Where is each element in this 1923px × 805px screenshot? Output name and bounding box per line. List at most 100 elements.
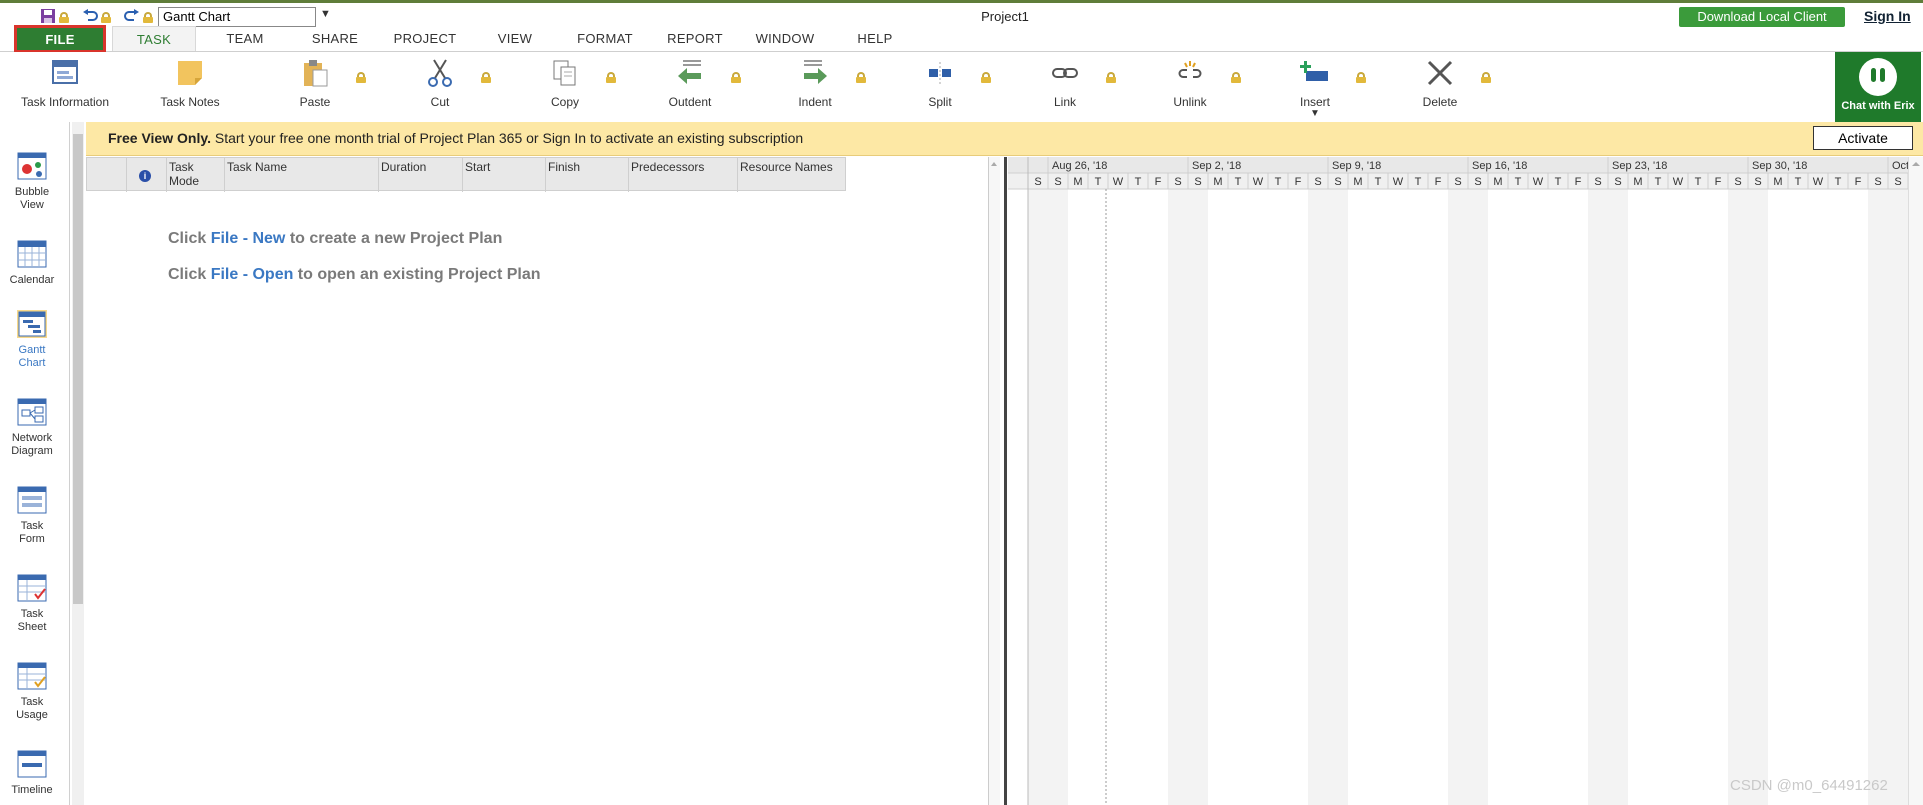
day-label: M: [1493, 176, 1502, 188]
document-title: Project1: [981, 9, 1029, 24]
day-label: F: [1715, 176, 1722, 188]
week-label: Sep 16, '18: [1472, 160, 1527, 172]
day-label: T: [1695, 176, 1702, 188]
tab-format[interactable]: FORMAT: [563, 26, 647, 51]
gantt-scrollbar[interactable]: [1908, 157, 1923, 805]
day-label: S: [1034, 176, 1041, 188]
indicators-header[interactable]: i: [127, 158, 167, 192]
tab-project[interactable]: PROJECT: [383, 26, 467, 51]
week-label: Sep 2, '18: [1192, 160, 1241, 172]
tab-task[interactable]: TASK: [112, 26, 196, 51]
tab-window[interactable]: WINDOW: [743, 26, 827, 51]
weekend-shade: [1748, 189, 1768, 805]
download-local-client-button[interactable]: Download Local Client: [1679, 7, 1845, 27]
link-icon: [1052, 68, 1078, 78]
chat-with-erix-button[interactable]: Chat with Erix: [1835, 52, 1921, 122]
indent-icon: [804, 60, 827, 84]
column-header-start[interactable]: Start: [463, 158, 546, 192]
sidebar-item-task-form[interactable]: Task Form: [0, 486, 64, 546]
grid-scrollbar[interactable]: [988, 157, 1000, 805]
task-information-button[interactable]: Task Information: [10, 58, 120, 114]
save-icon[interactable]: [40, 9, 56, 25]
view-select[interactable]: Gantt Chart: [158, 7, 316, 27]
indent-button[interactable]: Indent: [760, 58, 870, 114]
sidebar-label: Bubble: [14, 186, 50, 198]
lock-icon: [731, 72, 741, 83]
lock-icon: [481, 72, 491, 83]
weekend-shade: [1048, 189, 1068, 805]
scrollbar-thumb[interactable]: [73, 134, 83, 604]
sign-in-link[interactable]: Sign In: [1864, 8, 1911, 24]
sidebar-item-task-usage[interactable]: Task Usage: [0, 662, 64, 722]
sidebar-item-bubble-view[interactable]: Bubble View: [0, 152, 64, 212]
day-label: W: [1113, 176, 1124, 188]
split-button[interactable]: Split: [885, 58, 995, 114]
cut-icon: [428, 59, 452, 87]
file-new-link[interactable]: File - New: [211, 230, 286, 247]
sidebar-item-network-diagram[interactable]: Network Diagram: [0, 398, 64, 458]
chat-label: Chat with Erix: [1841, 100, 1915, 112]
pane-splitter[interactable]: [1004, 157, 1007, 805]
scroll-up-icon[interactable]: [989, 159, 999, 169]
new-plan-hint: Click File - New to create a new Project…: [168, 230, 502, 248]
tab-team[interactable]: TEAM: [205, 26, 285, 51]
column-header-resource-names[interactable]: Resource Names: [738, 158, 845, 192]
day-label: T: [1135, 176, 1142, 188]
insert-button[interactable]: Insert ▼: [1260, 58, 1370, 119]
day-label: M: [1353, 176, 1362, 188]
lock-icon: [606, 72, 616, 83]
column-header-predecessors[interactable]: Predecessors: [629, 158, 738, 192]
week-label: Sep 30, '18: [1752, 160, 1807, 172]
tab-help[interactable]: HELP: [835, 26, 915, 51]
copy-button[interactable]: Copy: [510, 58, 620, 114]
tab-share[interactable]: SHARE: [295, 26, 375, 51]
hint-text: to open an existing Project Plan: [293, 266, 541, 283]
file-open-link[interactable]: File - Open: [211, 266, 294, 283]
chevron-down-icon[interactable]: ▼: [1260, 109, 1370, 119]
unlink-button[interactable]: Unlink: [1135, 58, 1245, 114]
tab-view[interactable]: VIEW: [475, 26, 555, 51]
weekend-shade: [1328, 189, 1348, 805]
sidebar-scrollbar[interactable]: [72, 122, 84, 805]
weekend-shade: [1868, 189, 1888, 805]
cut-label: Cut: [430, 95, 450, 109]
column-header-task-mode[interactable]: Task Mode: [167, 158, 225, 192]
task-notes-button[interactable]: Task Notes: [135, 58, 245, 114]
open-plan-hint: Click File - Open to open an existing Pr…: [168, 266, 541, 284]
tab-report[interactable]: REPORT: [654, 26, 736, 51]
day-label: T: [1555, 176, 1562, 188]
column-header-task-name[interactable]: Task Name: [225, 158, 379, 192]
undo-icon[interactable]: [82, 9, 98, 25]
paste-button[interactable]: Paste: [260, 58, 370, 114]
chevron-down-icon[interactable]: ▼: [320, 8, 331, 20]
sidebar-item-task-sheet[interactable]: Task Sheet: [0, 574, 64, 634]
lock-icon: [101, 11, 111, 23]
link-button[interactable]: Link: [1010, 58, 1120, 114]
delete-button[interactable]: Delete: [1385, 58, 1495, 114]
task-notes-label: Task Notes: [160, 95, 220, 109]
weekend-shade: [1588, 189, 1608, 805]
lock-icon: [1231, 72, 1241, 83]
activate-button[interactable]: Activate: [1813, 126, 1913, 150]
sidebar-item-calendar[interactable]: Calendar: [0, 240, 64, 287]
weekend-shade: [1608, 189, 1628, 805]
day-label: T: [1375, 176, 1382, 188]
tab-file[interactable]: FILE: [14, 25, 106, 53]
week-label: Oct 7: [1892, 160, 1908, 172]
scroll-up-icon[interactable]: [1909, 159, 1923, 169]
cut-button[interactable]: Cut: [385, 58, 495, 114]
sidebar-item-timeline[interactable]: Timeline: [0, 750, 64, 797]
column-header-finish[interactable]: Finish: [546, 158, 629, 192]
row-select-header[interactable]: [87, 158, 127, 192]
day-label: W: [1533, 176, 1544, 188]
copy-label: Copy: [550, 95, 579, 109]
redo-icon[interactable]: [124, 9, 140, 25]
lock-icon: [1356, 72, 1366, 83]
column-header-duration[interactable]: Duration: [379, 158, 463, 192]
lock-icon: [1481, 72, 1491, 83]
gantt-chart-icon: [17, 310, 47, 338]
day-label: M: [1213, 176, 1222, 188]
outdent-button[interactable]: Outdent: [635, 58, 745, 114]
sidebar-item-gantt-chart[interactable]: Gantt Chart: [0, 310, 64, 370]
sidebar-label: Calendar: [9, 274, 55, 286]
